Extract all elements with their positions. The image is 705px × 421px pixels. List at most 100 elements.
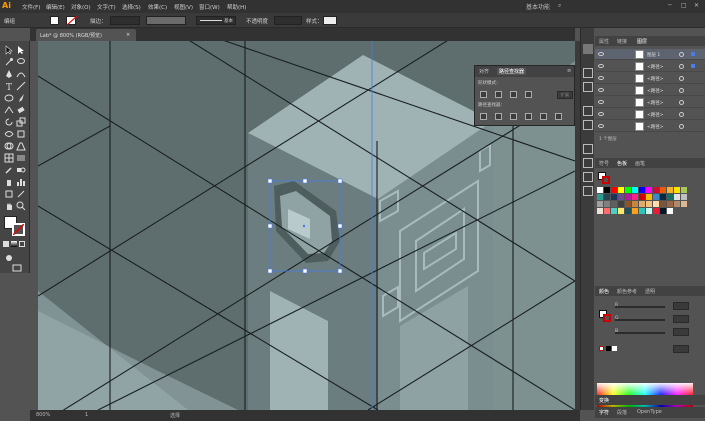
unite-button[interactable]: [480, 91, 487, 98]
screen-mode-icon[interactable]: [12, 263, 22, 273]
color-swatch[interactable]: [618, 208, 624, 214]
direct-selection-tool-icon[interactable]: [16, 45, 26, 55]
ellipse-tool-icon[interactable]: [4, 93, 14, 103]
eraser-tool-icon[interactable]: [16, 105, 26, 115]
graphic-style-swatch[interactable]: [323, 16, 337, 25]
color-mode-icon[interactable]: [3, 241, 9, 247]
tab-transform[interactable]: 变换: [599, 397, 609, 404]
color-swatch[interactable]: [646, 201, 652, 207]
color-swatch[interactable]: [632, 187, 638, 193]
visibility-icon[interactable]: [598, 52, 604, 56]
type-tool-icon[interactable]: T: [4, 81, 14, 91]
menu-select[interactable]: 选择(S): [122, 3, 141, 11]
target-icon[interactable]: [679, 76, 684, 81]
layers-icon[interactable]: [583, 82, 593, 92]
outline-button[interactable]: [540, 113, 547, 120]
stroke-swatch[interactable]: [66, 16, 77, 25]
blend-tool-icon[interactable]: [16, 165, 26, 175]
hand-tool-icon[interactable]: [4, 201, 14, 211]
color-stroke-icon[interactable]: [603, 314, 611, 322]
color-swatch[interactable]: [625, 208, 631, 214]
layer-row[interactable]: <路径>: [595, 85, 705, 96]
white-color-swatch[interactable]: [612, 346, 617, 351]
opacity-input[interactable]: [274, 16, 302, 25]
search-icon[interactable]: ⌕: [558, 2, 561, 10]
artboard-tool-icon[interactable]: [4, 189, 14, 199]
zoom-level[interactable]: 800%: [36, 412, 50, 418]
stroke-color-icon[interactable]: [12, 223, 25, 236]
artboard-number[interactable]: 1: [85, 412, 88, 418]
channel-r-slider[interactable]: [615, 306, 665, 308]
tab-symbols[interactable]: 符号: [599, 160, 609, 167]
tab-links[interactable]: 链接: [617, 38, 627, 45]
gradient-tool-icon[interactable]: [16, 153, 26, 163]
curvature-tool-icon[interactable]: [16, 69, 26, 79]
layer-row[interactable]: <路径>: [595, 97, 705, 108]
color-swatch[interactable]: [674, 187, 680, 193]
color-swatch[interactable]: [611, 187, 617, 193]
color-swatch[interactable]: [611, 201, 617, 207]
color-swatch[interactable]: [653, 194, 659, 200]
color-swatch[interactable]: [597, 194, 603, 200]
channel-g-value[interactable]: [673, 315, 689, 323]
layer-row[interactable]: 图层 1: [595, 49, 705, 60]
tab-character[interactable]: 字符: [599, 409, 609, 416]
lasso-tool-icon[interactable]: [16, 57, 26, 67]
shaper-tool-icon[interactable]: [4, 105, 14, 115]
color-swatch[interactable]: [618, 187, 624, 193]
tab-properties[interactable]: 属性: [599, 38, 609, 45]
color-swatch[interactable]: [632, 208, 638, 214]
menu-effect[interactable]: 效果(C): [148, 3, 167, 11]
minus-front-button[interactable]: [495, 91, 502, 98]
color-swatch[interactable]: [604, 187, 610, 193]
column-graph-tool-icon[interactable]: [16, 177, 26, 187]
menu-help[interactable]: 帮助(H): [227, 3, 246, 11]
color-swatch[interactable]: [625, 187, 631, 193]
color-swatch[interactable]: [618, 201, 624, 207]
layer-row[interactable]: <路径>: [595, 73, 705, 84]
target-icon[interactable]: [679, 64, 684, 69]
shape-builder-tool-icon[interactable]: [4, 141, 14, 151]
color-swatch[interactable]: [611, 194, 617, 200]
eyedropper-tool-icon[interactable]: [4, 165, 14, 175]
visibility-icon[interactable]: [598, 112, 604, 116]
color-swatch[interactable]: [674, 194, 680, 200]
appearance-icon[interactable]: [583, 144, 593, 154]
color-swatch[interactable]: [660, 208, 666, 214]
tab-color-guide[interactable]: 颜色参考: [617, 288, 637, 295]
variable-width-profile[interactable]: [146, 16, 186, 25]
color-swatch[interactable]: [653, 201, 659, 207]
color-swatch[interactable]: [667, 187, 673, 193]
color-swatch[interactable]: [597, 208, 603, 214]
visibility-icon[interactable]: [598, 124, 604, 128]
menu-object[interactable]: 对象(O): [71, 3, 91, 11]
perspective-grid-tool-icon[interactable]: [16, 141, 26, 151]
free-transform-tool-icon[interactable]: [16, 129, 26, 139]
visibility-icon[interactable]: [598, 76, 604, 80]
color-swatch[interactable]: [667, 194, 673, 200]
selection-tool-icon[interactable]: [4, 45, 14, 55]
zoom-tool-icon[interactable]: [16, 201, 26, 211]
color-swatch[interactable]: [604, 194, 610, 200]
target-icon[interactable]: [679, 112, 684, 117]
tab-opentype[interactable]: OpenType: [637, 409, 662, 415]
menu-window[interactable]: 窗口(W): [199, 3, 220, 11]
tab-transparency[interactable]: 透明: [645, 288, 655, 295]
none-color-swatch[interactable]: [599, 346, 604, 351]
color-swatch[interactable]: [625, 201, 631, 207]
color-swatch[interactable]: [667, 208, 673, 214]
expand-button[interactable]: 扩展: [557, 91, 573, 99]
pen-tool-icon[interactable]: [4, 69, 14, 79]
line-tool-icon[interactable]: [16, 81, 26, 91]
menu-view[interactable]: 视图(V): [174, 3, 193, 11]
color-swatch[interactable]: [660, 187, 666, 193]
color-swatch[interactable]: [681, 201, 687, 207]
target-icon[interactable]: [679, 100, 684, 105]
color-swatch[interactable]: [604, 201, 610, 207]
color-swatch[interactable]: [646, 194, 652, 200]
graphic-styles-icon[interactable]: [583, 158, 593, 168]
paintbrush-tool-icon[interactable]: [16, 93, 26, 103]
tab-brushes[interactable]: 画笔: [635, 160, 645, 167]
color-swatch[interactable]: [625, 194, 631, 200]
document-tab-close[interactable]: ×: [126, 32, 130, 38]
